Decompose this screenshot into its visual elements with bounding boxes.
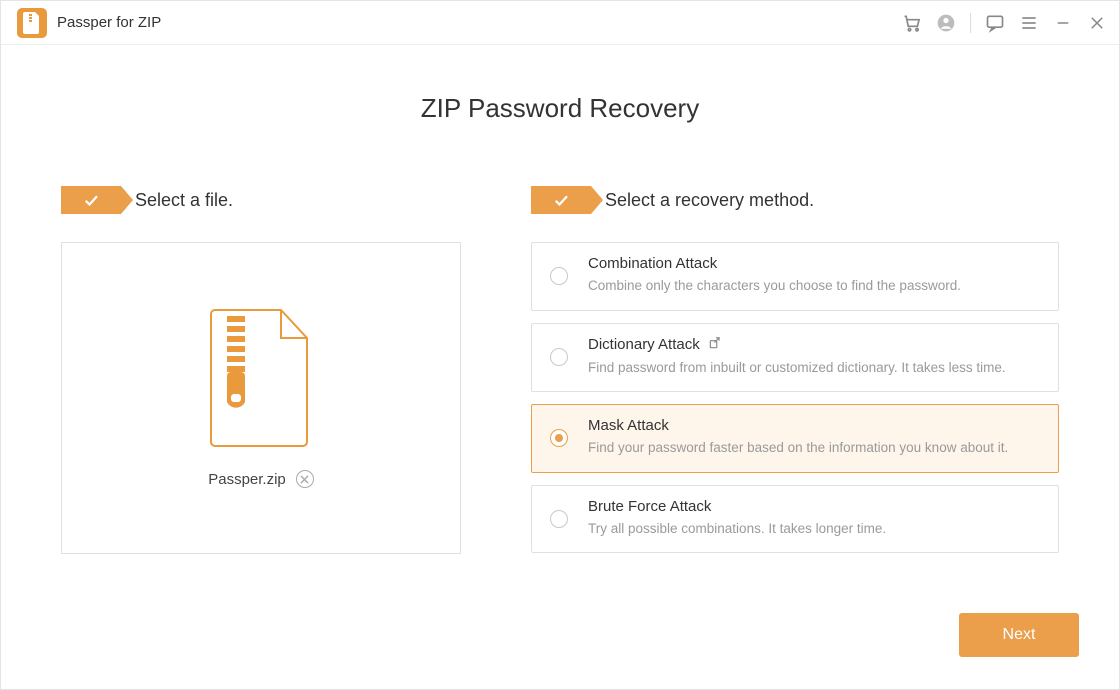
page-title: ZIP Password Recovery xyxy=(61,93,1059,124)
step-select-file: Select a file. xyxy=(61,186,461,214)
titlebar: Passper for ZIP xyxy=(1,1,1119,45)
method-mask[interactable]: Mask Attack Find your password faster bas… xyxy=(531,404,1059,473)
method-title: Dictionary Attack xyxy=(588,336,1040,354)
close-icon[interactable] xyxy=(1087,13,1107,33)
step-label-file: Select a file. xyxy=(135,190,233,211)
check-icon xyxy=(82,191,100,209)
file-row: Passper.zip xyxy=(208,470,314,488)
check-icon xyxy=(552,191,570,209)
zip-file-icon xyxy=(23,12,41,34)
minimize-icon[interactable] xyxy=(1053,13,1073,33)
method-desc: Find password from inbuilt or customized… xyxy=(588,358,1040,378)
method-title: Mask Attack xyxy=(588,417,1040,434)
cart-icon[interactable] xyxy=(902,13,922,33)
radio-dictionary[interactable] xyxy=(550,348,568,366)
radio-mask[interactable] xyxy=(550,429,568,447)
radio-combination[interactable] xyxy=(550,267,568,285)
next-button[interactable]: Next xyxy=(959,613,1079,657)
method-combination[interactable]: Combination Attack Combine only the chara… xyxy=(531,242,1059,311)
step-badge-method xyxy=(531,186,591,214)
titlebar-divider xyxy=(970,13,971,33)
app-window: Passper for ZIP ZIP Passwo xyxy=(0,0,1120,690)
method-title-text: Mask Attack xyxy=(588,417,669,434)
file-name: Passper.zip xyxy=(208,471,286,488)
step-label-method: Select a recovery method. xyxy=(605,190,814,211)
select-file-column: Select a file. xyxy=(61,186,461,554)
user-icon[interactable] xyxy=(936,13,956,33)
radio-brute[interactable] xyxy=(550,510,568,528)
method-desc: Try all possible combinations. It takes … xyxy=(588,519,1040,539)
method-title: Brute Force Attack xyxy=(588,498,1040,515)
method-title-text: Combination Attack xyxy=(588,255,717,272)
method-desc: Find your password faster based on the i… xyxy=(588,438,1040,458)
select-method-column: Select a recovery method. Combination At… xyxy=(531,186,1059,554)
method-brute[interactable]: Brute Force Attack Try all possible combi… xyxy=(531,485,1059,554)
remove-file-button[interactable] xyxy=(296,470,314,488)
titlebar-icons xyxy=(902,13,1107,33)
methods-list: Combination Attack Combine only the chara… xyxy=(531,242,1059,553)
method-dictionary[interactable]: Dictionary Attack Find password from inbu… xyxy=(531,323,1059,393)
method-title: Combination Attack xyxy=(588,255,1040,272)
method-title-text: Dictionary Attack xyxy=(588,336,700,353)
app-logo xyxy=(17,8,47,38)
method-desc: Combine only the characters you choose t… xyxy=(588,276,1040,296)
import-dictionary-icon[interactable] xyxy=(708,336,722,354)
columns: Select a file. xyxy=(61,186,1059,554)
app-title: Passper for ZIP xyxy=(57,14,161,31)
content: ZIP Password Recovery Select a file. xyxy=(1,45,1119,554)
menu-icon[interactable] xyxy=(1019,13,1039,33)
method-title-text: Brute Force Attack xyxy=(588,498,711,515)
x-icon xyxy=(300,475,309,484)
file-panel[interactable]: Passper.zip xyxy=(61,242,461,554)
feedback-icon[interactable] xyxy=(985,13,1005,33)
step-badge-file xyxy=(61,186,121,214)
step-select-method: Select a recovery method. xyxy=(531,186,1059,214)
zip-large-icon xyxy=(209,308,313,448)
